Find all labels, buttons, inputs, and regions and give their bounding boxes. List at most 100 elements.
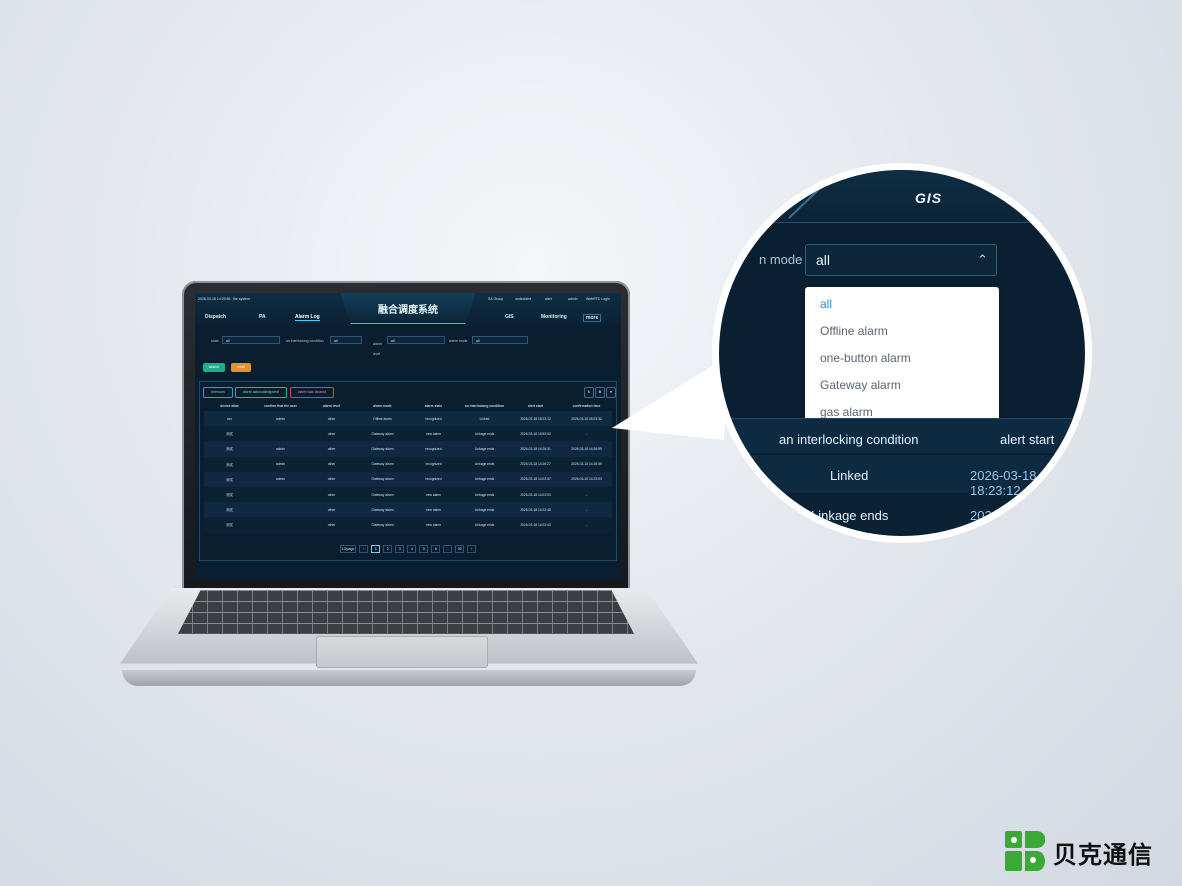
tab-dispatch[interactable]: Dispatch [205,314,226,320]
zoom-row-1-time: 2026-03-18 18:23:12 [970,468,1037,498]
alarm-mode-select[interactable]: all [472,336,528,344]
alarm-table-body: ccc admin other Offline alarm recognized Link… [204,411,612,533]
col-confirmation-time[interactable]: confirmation time [561,400,612,411]
option-one-button-alarm[interactable]: one-button alarm [805,345,999,372]
col-device-alias[interactable]: device alias [204,400,255,411]
option-offline-alarm[interactable]: Offline alarm [805,318,999,345]
table-cell: 2026-03-18 14:23:03 [561,471,612,487]
table-cell: 测试 [204,456,255,472]
zoom-alarm-mode-select[interactable]: all ⌃ [805,244,997,276]
col-alarm-mode[interactable]: alarm mode [357,400,408,411]
state-label: state [211,339,219,343]
interlocking-label: an interlocking condition [286,339,324,343]
zoom-alarm-mode-label: n mode [759,252,803,267]
table-cell: new alarm [408,486,459,503]
col-alarm-level[interactable]: alarm level [306,400,357,411]
alarm-table-wrap: device alias confirm that the user alarm… [204,400,612,533]
brand-mark-icon [1005,831,1045,871]
table-cell: 测试 [204,426,255,442]
alarm-level-select[interactable]: all [387,336,445,344]
table-cell: new alarm [408,517,459,533]
table-row[interactable]: 测试 other Gateway alarm new alarm Linkage end… [204,426,612,442]
table-cell: 2026-03-18 14:22:48 [510,502,561,518]
table-cell: Linkage ends [459,426,510,442]
table-row[interactable]: ccc admin other Offline alarm recognized Link… [204,411,612,427]
zoom-callout: GIS n mode all ⌃ all Offline alarm one-b… [712,163,1092,543]
table-cell: recognized [408,456,459,472]
tab-gis[interactable]: GIS [505,314,514,320]
user-menu[interactable]: admin [568,297,578,301]
next-page-button[interactable]: › [467,545,477,553]
tab-alarm-log[interactable]: Alarm Log [295,314,320,321]
table-row[interactable]: 测试 other Gateway alarm new alarm Linkage end… [204,486,612,503]
interlocking-select[interactable]: all [330,336,362,344]
table-row[interactable]: 测试 admin other Gateway alarm recognized Linka… [204,471,612,487]
table-cell: - [561,502,612,518]
table-cell: Gateway alarm [357,426,408,442]
tab-monitoring[interactable]: Monitoring [541,314,567,320]
table-row[interactable]: 测试 other Gateway alarm new alarm Linkage end… [204,502,612,518]
alarm-mode-dropdown: all Offline alarm one-button alarm Gatew… [805,287,999,427]
state-select[interactable]: all [222,336,280,344]
system-menu[interactable]: the system [233,297,250,301]
table-cell: Linkage ends [459,517,510,533]
status-indicator[interactable]: undecided [515,297,531,301]
table-cell: 2026-03-18 14:26:59 [561,441,612,457]
table-cell: 2026-03-18 14:26:59 [561,456,612,472]
page-4[interactable]: 4 [407,545,417,553]
table-cell: Gateway alarm [357,486,408,503]
table-cell [255,426,306,442]
prev-page-button[interactable]: ‹ [359,545,369,553]
tab-pa[interactable]: PA [259,314,266,320]
table-cell: 测试 [204,486,255,503]
page-size-select[interactable]: 10/page [339,545,357,553]
search-button[interactable]: search [203,363,225,372]
option-gateway-alarm[interactable]: Gateway alarm [805,372,999,399]
table-cell: other [306,502,357,518]
table-cell: admin [255,411,306,427]
keyboard [178,590,634,634]
zoom-col-interlocking[interactable]: an interlocking condition [779,432,918,447]
laptop-front-edge [122,670,696,686]
laptop-screen: 2026-03-18 14:20:56 the system SA Group … [195,293,621,580]
reset-button[interactable]: reset [231,363,251,372]
table-cell: other [306,426,357,442]
col-interlocking[interactable]: an interlocking condition [459,400,510,411]
zoom-view: GIS n mode all ⌃ all Offline alarm one-b… [719,170,1085,536]
table-cell: Gateway alarm [357,441,408,457]
zoom-top-bar: GIS [719,170,1085,223]
table-cell: - [561,426,612,442]
page-3[interactable]: 3 [395,545,405,553]
table-cell [255,502,306,518]
page-1[interactable]: 1 [371,545,381,553]
table-cell: admin [255,441,306,457]
brand-name: 贝克通信 [1053,842,1153,869]
table-cell: Linkage ends [459,502,510,518]
table-row[interactable]: 测试 other Gateway alarm new alarm Linkage end… [204,517,612,533]
tab-more[interactable]: more [583,314,602,322]
table-cell: new alarm [408,426,459,442]
alert-indicator[interactable]: alert [545,297,552,301]
col-confirm-user[interactable]: confirm that the user [255,400,306,411]
page-ellipsis[interactable]: ... [443,545,453,553]
group-indicator[interactable]: SA Group [488,297,503,301]
page-92[interactable]: 92 [455,545,465,553]
zoom-tab-gis[interactable]: GIS [915,190,942,206]
table-cell [255,486,306,503]
page-2[interactable]: 2 [383,545,393,553]
webrtc-login[interactable]: WebRTC Login [586,297,610,301]
table-cell: Offline alarm [357,411,408,427]
table-row[interactable]: 测试 admin other Gateway alarm recognized Linka… [204,441,612,457]
option-all[interactable]: all [805,291,999,318]
page-6[interactable]: 6 [431,545,441,553]
page-5[interactable]: 5 [419,545,429,553]
table-cell: Linkage ends [459,456,510,472]
top-bar: 2026-03-18 14:20:56 the system SA Group … [195,293,621,325]
table-cell: 测试 [204,471,255,487]
table-cell: other [306,456,357,472]
zoom-col-alert-start[interactable]: alert start [1000,432,1054,447]
table-cell: other [306,411,357,427]
col-alarm-state[interactable]: alarm state [408,400,459,411]
table-row[interactable]: 测试 admin other Gateway alarm recognized Linka… [204,456,612,472]
col-alert-start[interactable]: alert start [510,400,561,411]
